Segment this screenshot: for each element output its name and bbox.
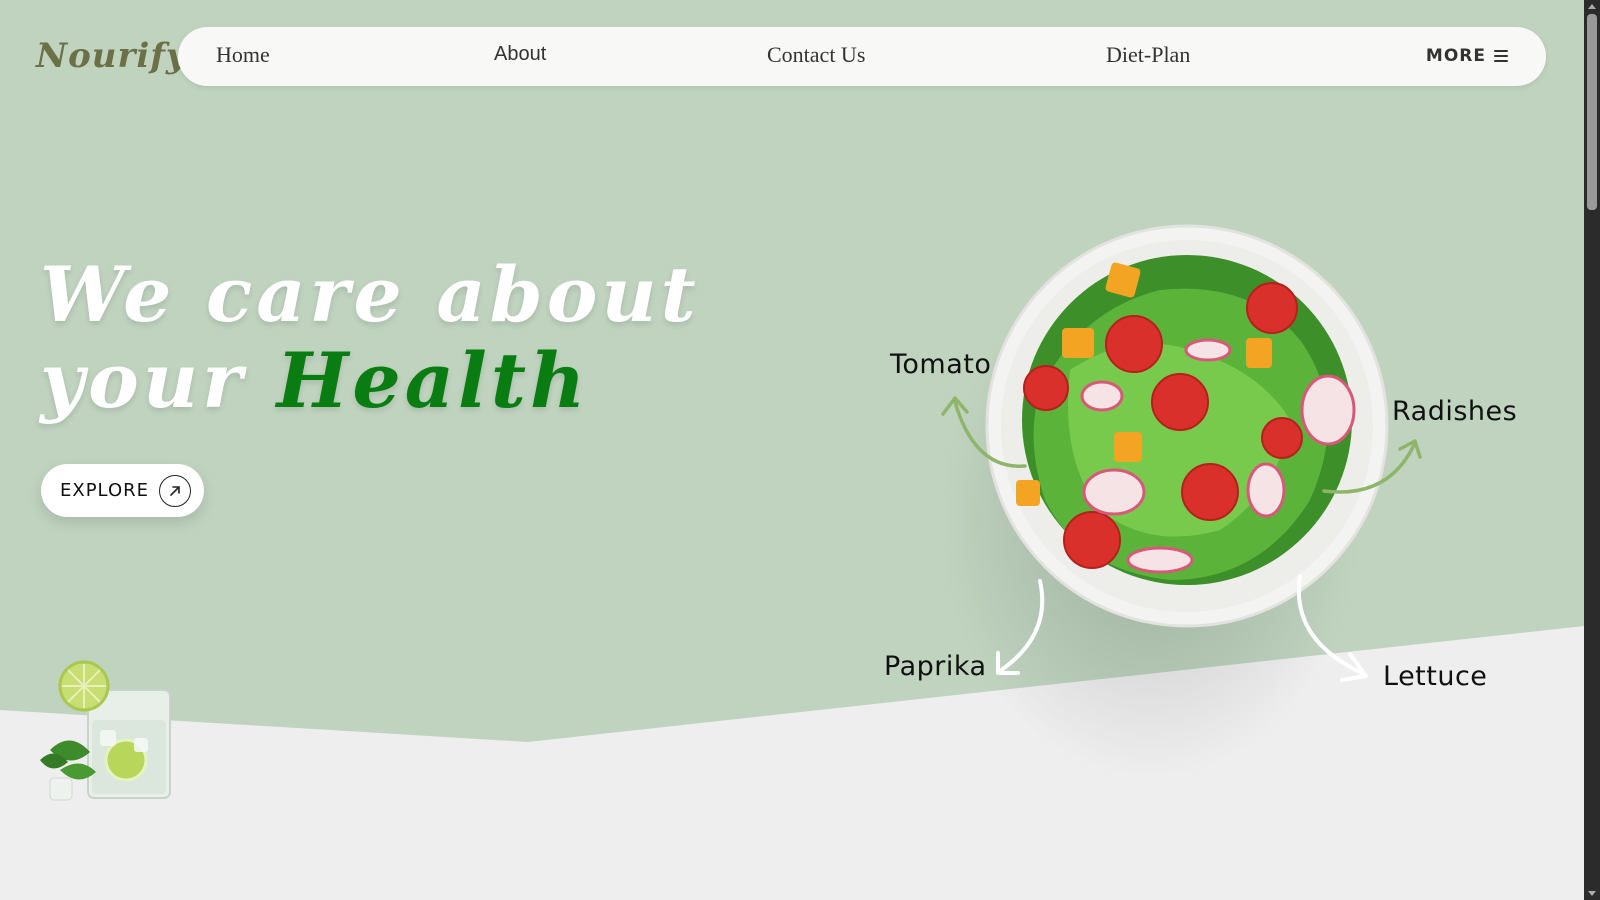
nav-home[interactable]: Home bbox=[216, 42, 270, 68]
label-paprika: Paprika bbox=[884, 651, 987, 682]
hero-title: We care about your Health bbox=[40, 252, 700, 424]
nav-about[interactable]: About bbox=[494, 43, 546, 66]
arrow-up-right-icon bbox=[159, 474, 191, 507]
label-tomato: Tomato bbox=[890, 349, 992, 380]
scroll-up-icon[interactable] bbox=[1588, 4, 1596, 9]
label-lettuce: Lettuce bbox=[1383, 661, 1488, 692]
tomato-arrow bbox=[941, 396, 1027, 468]
main-nav: Home About Contact Us Diet-Plan MORE bbox=[178, 27, 1546, 86]
hero-title-line2-prefix: your bbox=[40, 336, 277, 425]
scroll-down-icon[interactable] bbox=[1588, 891, 1596, 896]
more-label: MORE bbox=[1425, 46, 1486, 66]
hero-title-accent: Health bbox=[276, 336, 590, 425]
more-menu-button[interactable]: MORE bbox=[1426, 46, 1508, 66]
scrollbar-thumb[interactable] bbox=[1587, 14, 1597, 210]
hero-title-line1: We care about bbox=[40, 250, 700, 339]
nav-diet-plan[interactable]: Diet-Plan bbox=[1106, 42, 1190, 68]
radishes-arrow bbox=[1322, 439, 1422, 494]
paprika-arrow bbox=[996, 579, 1045, 675]
label-radishes: Radishes bbox=[1392, 396, 1518, 427]
mojito-glass-image bbox=[40, 660, 171, 801]
explore-label: EXPLORE bbox=[60, 480, 149, 501]
vertical-scrollbar[interactable] bbox=[1584, 0, 1600, 900]
page: Nourify Home About Contact Us Diet-Plan … bbox=[0, 0, 1584, 900]
explore-button[interactable]: EXPLORE bbox=[41, 464, 204, 517]
hamburger-icon bbox=[1494, 50, 1508, 62]
nav-contact[interactable]: Contact Us bbox=[767, 42, 865, 68]
brand-logo[interactable]: Nourify bbox=[36, 36, 187, 76]
lettuce-arrow bbox=[1296, 574, 1368, 682]
